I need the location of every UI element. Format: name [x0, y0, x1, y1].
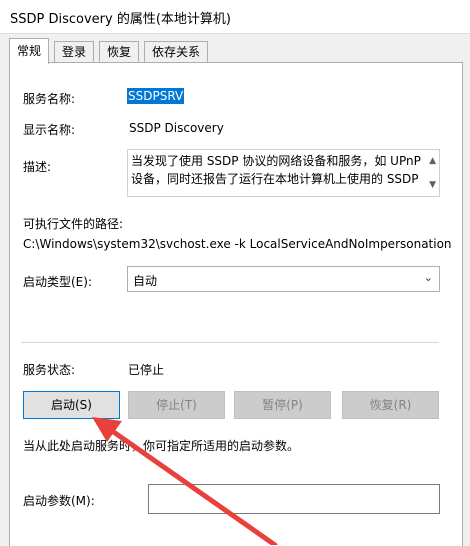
annotation-arrow-shaft — [105, 425, 278, 545]
tab-general[interactable]: 常规 — [9, 38, 50, 64]
annotation-arrow — [92, 417, 278, 545]
annotation-arrow-head — [92, 417, 122, 442]
